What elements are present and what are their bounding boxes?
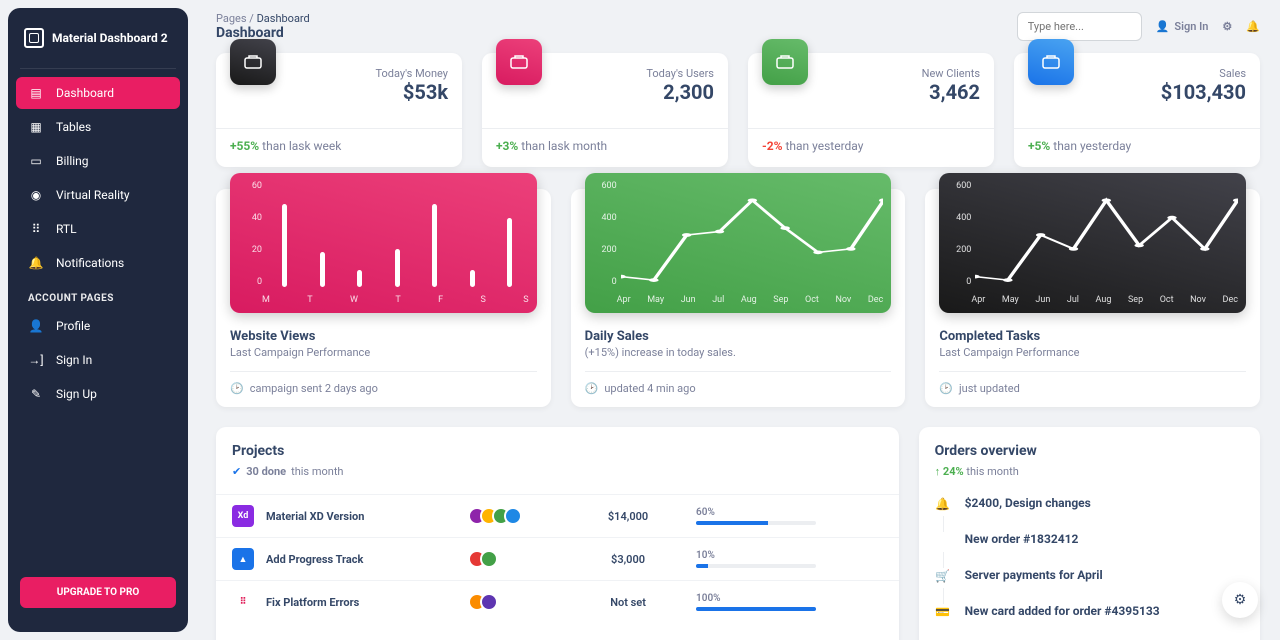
sidebar-item-sign-in[interactable]: →]Sign In bbox=[16, 344, 180, 376]
chart-cards: 6040200 MTWTFSS Website Views Last Campa… bbox=[216, 189, 1260, 407]
sidebar-item-virtual-reality[interactable]: ◉Virtual Reality bbox=[16, 179, 180, 211]
chart-subtitle: (+15%) increase in today sales. bbox=[585, 346, 892, 359]
billing-icon: ▭ bbox=[28, 154, 44, 168]
bell-icon[interactable]: 🔔 bbox=[1246, 20, 1260, 33]
orders-title: Orders overview bbox=[935, 443, 1244, 459]
stat-card: Today's Users 2,300 +3% than lask month bbox=[482, 53, 728, 167]
member-avatars bbox=[468, 507, 560, 525]
tables-icon: ▦ bbox=[28, 120, 44, 134]
dashboard-icon: ▤ bbox=[28, 86, 44, 100]
stat-footer: -2% than yesterday bbox=[762, 139, 980, 153]
main: Pages / Dashboard Dashboard 👤 Sign In ⚙ … bbox=[196, 0, 1280, 640]
sidebar-item-sign-up[interactable]: ✎Sign Up bbox=[16, 378, 180, 410]
clock-icon: 🕑 bbox=[230, 382, 244, 395]
chart-footer: 🕑just updated bbox=[939, 371, 1246, 395]
sidebar: Material Dashboard 2 ▤Dashboard▦Tables▭B… bbox=[8, 8, 188, 632]
brand-icon bbox=[24, 28, 44, 48]
timeline-item: 🛒 Server payments for April bbox=[935, 568, 1244, 604]
timeline-icon: 💳 bbox=[935, 604, 951, 620]
chart-title: Website Views bbox=[230, 329, 537, 344]
budget: $3,000 bbox=[576, 538, 680, 581]
sidebar-item-profile[interactable]: 👤Profile bbox=[16, 310, 180, 342]
sidebar-item-dashboard[interactable]: ▤Dashboard bbox=[16, 77, 180, 109]
person-add-icon bbox=[762, 39, 808, 85]
member-avatars bbox=[468, 593, 560, 611]
chart-area: 6040200 MTWTFSS bbox=[230, 173, 537, 313]
notifications-icon: 🔔 bbox=[28, 256, 44, 270]
nav-section: Account Pages bbox=[16, 281, 180, 308]
budget: Not set bbox=[576, 581, 680, 624]
rtl-icon: ⠿ bbox=[28, 222, 44, 236]
arrow-up-icon: ↑ bbox=[935, 465, 941, 478]
clock-icon: 🕑 bbox=[939, 382, 953, 395]
timeline-item: 💳 New card added for order #4395133 bbox=[935, 604, 1244, 640]
chart-card: 6040200 MTWTFSS Website Views Last Campa… bbox=[216, 189, 551, 407]
signin-link[interactable]: 👤 Sign In bbox=[1156, 20, 1209, 33]
person-icon: 👤 bbox=[1156, 20, 1170, 33]
upgrade-button[interactable]: UPGRADE TO PRO bbox=[20, 577, 176, 608]
check-icon: ✔ bbox=[232, 465, 241, 478]
table-row[interactable]: XdMaterial XD Version $14,000 60% bbox=[216, 495, 899, 538]
chart-card: 6004002000 AprMayJunJulAugSepOctNovDec C… bbox=[925, 189, 1260, 407]
virtual reality-icon: ◉ bbox=[28, 188, 44, 202]
sidebar-item-rtl[interactable]: ⠿RTL bbox=[16, 213, 180, 245]
stat-card: Today's Money $53k +55% than lask week bbox=[216, 53, 462, 167]
wallet-icon bbox=[230, 39, 276, 85]
nav: ▤Dashboard▦Tables▭Billing◉Virtual Realit… bbox=[8, 73, 188, 577]
timeline-item: New order #1832412 bbox=[935, 532, 1244, 568]
orders-timeline: 🔔 $2400, Design changes New order #18324… bbox=[935, 496, 1244, 640]
brand-text: Material Dashboard 2 bbox=[52, 31, 168, 45]
projects-title: Projects bbox=[232, 443, 883, 459]
table-row[interactable]: ▲Add Progress Track $3,000 10% bbox=[216, 538, 899, 581]
timeline-icon: 🔔 bbox=[935, 496, 951, 512]
projects-card: Projects ✔ 30 done this month XdMaterial… bbox=[216, 427, 899, 640]
chart-title: Daily Sales bbox=[585, 329, 892, 344]
stat-card: Sales $103,430 +5% than yesterday bbox=[1014, 53, 1260, 167]
chart-footer: 🕑updated 4 min ago bbox=[585, 371, 892, 395]
chart-card: 6004002000 AprMayJunJulAugSepOctNovDec D… bbox=[571, 189, 906, 407]
sidebar-item-billing[interactable]: ▭Billing bbox=[16, 145, 180, 177]
chart-area: 6004002000 AprMayJunJulAugSepOctNovDec bbox=[939, 173, 1246, 313]
chart-area: 6004002000 AprMayJunJulAugSepOctNovDec bbox=[585, 173, 892, 313]
person-icon bbox=[496, 39, 542, 85]
timeline-item: 🔔 $2400, Design changes bbox=[935, 496, 1244, 532]
table-row[interactable]: ⠿Fix Platform Errors Not set 100% bbox=[216, 581, 899, 624]
stat-cards: Today's Money $53k +55% than lask week T… bbox=[216, 53, 1260, 167]
breadcrumb: Pages / Dashboard bbox=[216, 12, 310, 25]
breadcrumb-current: Dashboard bbox=[257, 12, 310, 25]
topbar: Pages / Dashboard Dashboard 👤 Sign In ⚙ … bbox=[216, 12, 1260, 41]
breadcrumb-root[interactable]: Pages bbox=[216, 12, 247, 25]
stat-footer: +55% than lask week bbox=[230, 139, 448, 153]
chart-subtitle: Last Campaign Performance bbox=[939, 346, 1246, 359]
clock-icon: 🕑 bbox=[585, 382, 599, 395]
settings-fab[interactable]: ⚙ bbox=[1222, 582, 1258, 618]
timeline-icon: 🛒 bbox=[935, 568, 951, 584]
chart-subtitle: Last Campaign Performance bbox=[230, 346, 537, 359]
chart-footer: 🕑campaign sent 2 days ago bbox=[230, 371, 537, 395]
search-input[interactable] bbox=[1017, 12, 1142, 41]
stat-footer: +5% than yesterday bbox=[1028, 139, 1246, 153]
projects-table: XdMaterial XD Version $14,000 60% ▲Add P… bbox=[216, 494, 899, 623]
member-avatars bbox=[468, 550, 560, 568]
budget: $14,000 bbox=[576, 495, 680, 538]
stat-footer: +3% than lask month bbox=[496, 139, 714, 153]
orders-card: Orders overview ↑ 24% this month 🔔 $2400… bbox=[919, 427, 1260, 640]
brand[interactable]: Material Dashboard 2 bbox=[8, 20, 188, 64]
stat-card: New Clients 3,462 -2% than yesterday bbox=[748, 53, 994, 167]
store-icon bbox=[1028, 39, 1074, 85]
settings-icon[interactable]: ⚙ bbox=[1222, 20, 1232, 33]
sidebar-item-tables[interactable]: ▦Tables bbox=[16, 111, 180, 143]
sidebar-item-notifications[interactable]: 🔔Notifications bbox=[16, 247, 180, 279]
timeline-icon bbox=[935, 532, 951, 548]
chart-title: Completed Tasks bbox=[939, 329, 1246, 344]
